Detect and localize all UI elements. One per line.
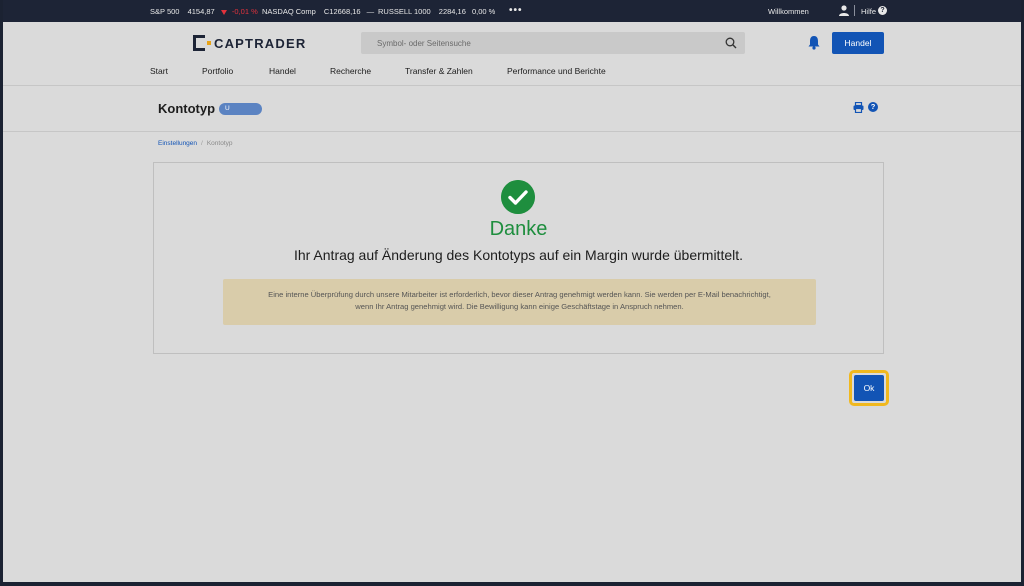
breadcrumb-link-einstellungen[interactable]: Einstellungen (158, 140, 197, 147)
question-icon[interactable]: ? (868, 102, 878, 112)
nav-item-portfolio[interactable]: Portfolio (202, 66, 233, 76)
main-nav: Start Portfolio Handel Recherche Transfe… (3, 66, 1021, 80)
bell-icon[interactable] (807, 35, 821, 50)
confirmation-heading: Danke (489, 218, 548, 240)
help-icon[interactable]: ? (878, 6, 887, 15)
ticker-name: S&P 500 (150, 7, 180, 16)
logo-text: CAPTRADER (214, 35, 307, 51)
breadcrumb-current: Kontotyp (206, 140, 233, 147)
welcome-text: Willkommen (768, 7, 809, 16)
ticker-nasdaq[interactable]: NASDAQ Comp C12668,16 — (262, 7, 374, 16)
ticker-russell[interactable]: RUSSELL 1000 2284,16 0,00 % (378, 7, 495, 16)
ticker-value: 2284,16 (438, 7, 466, 16)
ticker-bar: S&P 500 4154,87 -0,01 % NASDAQ Comp C126… (3, 0, 1021, 22)
user-icon[interactable] (839, 5, 849, 16)
site-header: CAPTRADER Handel Start Portfolio Handel … (3, 22, 1021, 86)
more-dots-icon[interactable]: ••• (509, 5, 523, 16)
ticker-sp500[interactable]: S&P 500 4154,87 -0,01 % (150, 7, 258, 16)
nav-item-transfer[interactable]: Transfer & Zahlen (405, 66, 473, 76)
search-box (361, 32, 745, 54)
search-input[interactable] (361, 32, 701, 54)
search-icon[interactable] (725, 37, 737, 49)
help-link[interactable]: Hilfe (861, 7, 876, 16)
breadcrumb-separator: / (201, 140, 203, 147)
nav-item-recherche[interactable]: Recherche (330, 66, 371, 76)
ticker-change: — (366, 7, 375, 16)
page-title: Kontotyp (158, 101, 216, 116)
ticker-change: 0,00 % (472, 7, 496, 16)
ticker-name: NASDAQ Comp (262, 7, 316, 16)
ticker-value: C12668,16 (323, 7, 361, 16)
captrader-logo[interactable]: CAPTRADER (193, 35, 306, 51)
app-frame: S&P 500 4154,87 -0,01 % NASDAQ Comp C126… (3, 0, 1021, 582)
confirmation-message: Ihr Antrag auf Änderung des Kontotyps au… (293, 247, 744, 263)
down-arrow-icon (220, 10, 227, 15)
print-icon[interactable] (853, 102, 864, 113)
ok-button-focus-ring: Ok (849, 370, 889, 406)
ticker-change: -0,01 % (231, 7, 258, 16)
notice-line: Eine interne Überprüfung durch unsere Mi… (268, 290, 771, 299)
checkmark-icon (501, 180, 535, 214)
ok-button[interactable]: Ok (854, 375, 884, 401)
trade-button[interactable]: Handel (832, 32, 884, 54)
ticker-name: RUSSELL 1000 (378, 7, 431, 16)
nav-item-handel[interactable]: Handel (269, 66, 296, 76)
account-badge[interactable]: U (219, 103, 262, 115)
divider (854, 5, 855, 16)
review-notice: Eine interne Überprüfung durch unsere Mi… (223, 279, 816, 325)
nav-item-performance[interactable]: Performance und Berichte (507, 66, 606, 76)
confirmation-card: Danke Ihr Antrag auf Änderung des Kontot… (153, 162, 884, 354)
nav-item-start[interactable]: Start (150, 66, 168, 76)
ticker-value: 4154,87 (187, 7, 215, 16)
page-header: Kontotyp U ? (3, 86, 1021, 132)
notice-line: wenn Ihr Antrag genehmigt wird. Die Bewi… (355, 302, 684, 311)
logo-mark-icon (193, 35, 211, 51)
breadcrumb: Einstellungen / Kontotyp (158, 140, 233, 147)
